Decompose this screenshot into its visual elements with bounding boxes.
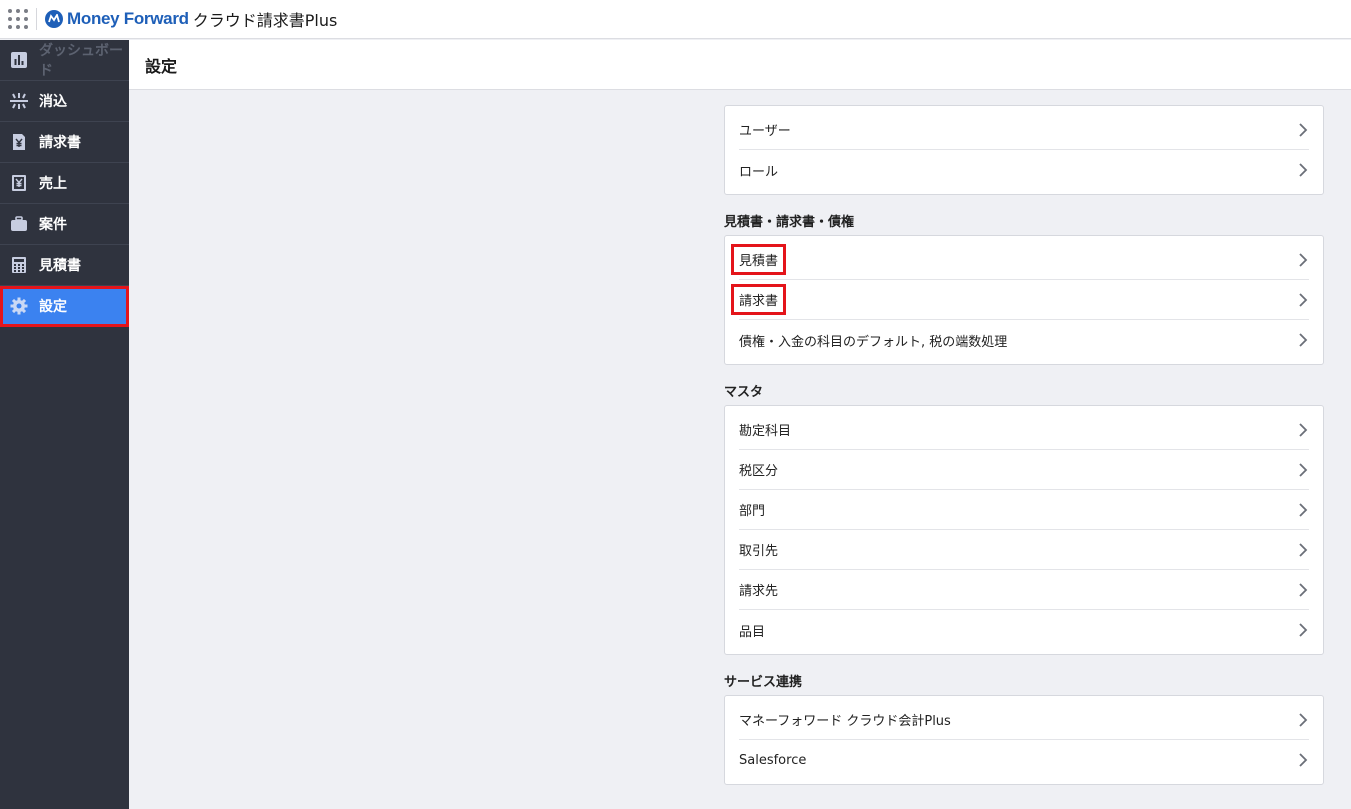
app-switcher-button[interactable] bbox=[0, 0, 36, 39]
services-settings-card: マネーフォワード クラウド会計Plus Salesforce bbox=[724, 695, 1324, 785]
chevron-right-icon bbox=[1299, 422, 1308, 437]
sidebar-item-quotes[interactable]: 見積書 bbox=[0, 245, 129, 286]
chevron-right-icon bbox=[1299, 502, 1308, 517]
sidebar-item-dashboard[interactable]: ダッシュボード bbox=[0, 40, 129, 81]
settings-row-label: 品目 bbox=[739, 624, 766, 640]
chevron-right-icon bbox=[1299, 122, 1308, 137]
section-title-master: マスタ bbox=[724, 384, 764, 400]
settings-row-label: 取引先 bbox=[739, 544, 779, 559]
chevron-right-icon bbox=[1299, 712, 1308, 727]
settings-row-label: 請求先 bbox=[739, 584, 779, 599]
chevron-right-icon bbox=[1299, 542, 1308, 557]
chevron-right-icon bbox=[1299, 252, 1308, 267]
chevron-right-icon bbox=[1299, 333, 1308, 347]
sidebar-item-label: ダッシュボード bbox=[39, 43, 123, 79]
product-logo[interactable]: Money Forward クラウド請求書Plus bbox=[45, 0, 337, 39]
sales-yen-icon bbox=[10, 174, 28, 192]
sidebar: ダッシュボード 消込 請求書 売上 案件 見積書 設定 bbox=[0, 40, 129, 809]
sidebar-item-label: 案件 bbox=[39, 217, 67, 233]
logo-brand-text: Money Forward bbox=[67, 9, 189, 28]
logo-product-text: クラウド請求書Plus bbox=[192, 11, 338, 30]
master-settings-card: 勘定科目 税区分 部門 取引先 請求先 品目 bbox=[724, 405, 1324, 655]
apps-grid-icon bbox=[8, 9, 28, 29]
sidebar-item-invoices[interactable]: 請求書 bbox=[0, 122, 129, 163]
chevron-right-icon bbox=[1299, 462, 1308, 477]
settings-row-label: 債権・入金の科目のデフォルト, 税の端数処理 bbox=[739, 334, 1008, 350]
page-title-bar: 設定 bbox=[129, 40, 1351, 90]
settings-row-tax-categories[interactable]: 税区分 bbox=[739, 450, 1309, 490]
settings-row-receivables-defaults[interactable]: 債権・入金の科目のデフォルト, 税の端数処理 bbox=[739, 320, 1309, 364]
sidebar-item-label: 請求書 bbox=[39, 135, 81, 151]
settings-row-label: 見積書 bbox=[730, 244, 787, 275]
settings-row-label: ロール bbox=[739, 164, 779, 180]
sidebar-item-reconcile[interactable]: 消込 bbox=[0, 81, 129, 122]
settings-row-items[interactable]: 品目 bbox=[739, 610, 1309, 654]
sidebar-item-label: 売上 bbox=[39, 176, 67, 192]
sidebar-item-label: 消込 bbox=[39, 94, 67, 110]
settings-row-quotes[interactable]: 見積書 bbox=[730, 236, 1309, 280]
section-title-documents: 見積書・請求書・債権 bbox=[724, 214, 855, 230]
settings-row-departments[interactable]: 部門 bbox=[739, 490, 1309, 530]
settings-row-invoices[interactable]: 請求書 bbox=[730, 280, 1309, 320]
general-settings-card: ユーザー ロール bbox=[724, 105, 1324, 195]
sidebar-item-sales[interactable]: 売上 bbox=[0, 163, 129, 204]
settings-row-roles[interactable]: ロール bbox=[739, 150, 1309, 194]
section-title-services: サービス連携 bbox=[724, 674, 803, 690]
settings-row-salesforce[interactable]: Salesforce bbox=[739, 740, 1309, 784]
top-header: Money Forward クラウド請求書Plus bbox=[0, 0, 1351, 39]
chevron-right-icon bbox=[1299, 623, 1308, 637]
settings-row-label: 勘定科目 bbox=[739, 424, 792, 439]
money-forward-logo-icon bbox=[45, 10, 63, 28]
briefcase-icon bbox=[10, 215, 28, 233]
settings-row-label: 請求書 bbox=[730, 284, 787, 315]
sidebar-item-settings[interactable]: 設定 bbox=[0, 286, 129, 327]
settings-row-users[interactable]: ユーザー bbox=[739, 106, 1309, 150]
header-divider bbox=[36, 8, 37, 30]
settings-row-label: 部門 bbox=[739, 504, 766, 519]
chevron-right-icon bbox=[1299, 582, 1308, 597]
settings-row-label: ユーザー bbox=[739, 124, 791, 139]
settings-row-billing-destinations[interactable]: 請求先 bbox=[739, 570, 1309, 610]
settings-row-label: マネーフォワード クラウド会計Plus bbox=[739, 714, 951, 729]
sidebar-item-projects[interactable]: 案件 bbox=[0, 204, 129, 245]
settings-row-label: Salesforce bbox=[739, 752, 807, 768]
settings-row-label: 税区分 bbox=[739, 464, 779, 479]
documents-settings-card: 見積書 請求書 債権・入金の科目のデフォルト, 税の端数処理 bbox=[724, 235, 1324, 365]
settings-row-accounts[interactable]: 勘定科目 bbox=[739, 406, 1309, 450]
chevron-right-icon bbox=[1299, 163, 1308, 177]
chevron-right-icon bbox=[1299, 292, 1308, 307]
chevron-right-icon bbox=[1299, 753, 1308, 767]
settings-content: ユーザー ロール 見積書・請求書・債権 見積書 請求書 債権・入金の科目のデフォ… bbox=[724, 105, 1324, 785]
sidebar-item-label: 設定 bbox=[39, 299, 67, 315]
reconcile-icon bbox=[10, 92, 28, 110]
bar-chart-icon bbox=[10, 51, 28, 69]
settings-row-partners[interactable]: 取引先 bbox=[739, 530, 1309, 570]
sidebar-item-label: 見積書 bbox=[39, 258, 81, 274]
calculator-icon bbox=[10, 256, 28, 274]
invoice-yen-icon bbox=[10, 133, 28, 151]
page-title: 設定 bbox=[145, 56, 178, 76]
settings-row-mf-accounting-plus[interactable]: マネーフォワード クラウド会計Plus bbox=[739, 696, 1309, 740]
gear-icon bbox=[10, 297, 28, 315]
